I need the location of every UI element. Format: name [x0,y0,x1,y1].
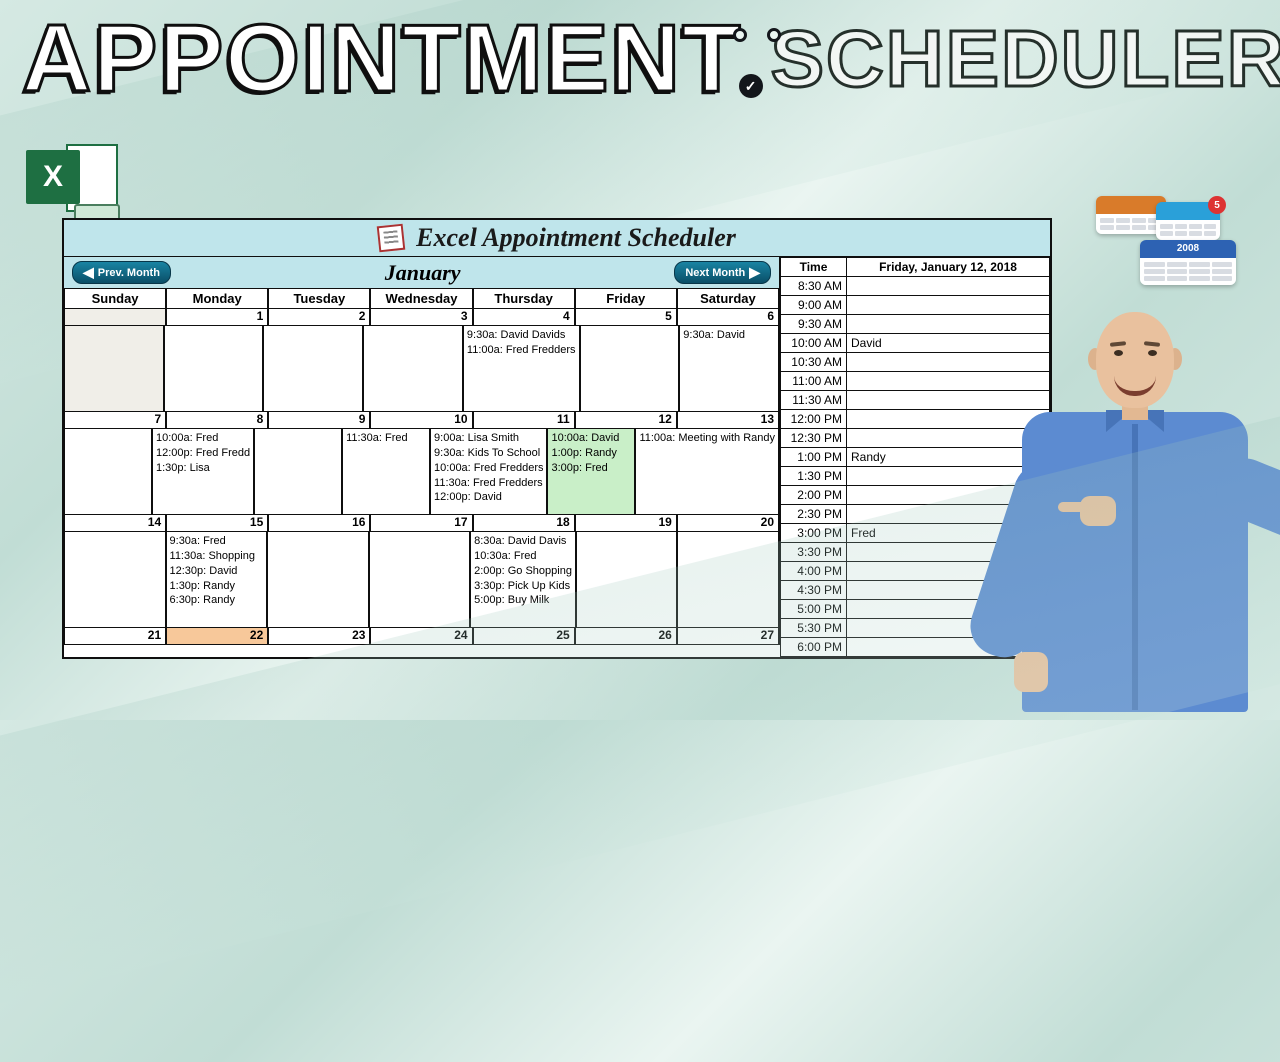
title-word-1: APPOINTMENT [22,4,743,114]
day-number[interactable]: 7 [64,412,166,429]
day-date-header: Friday, January 12, 2018 [847,258,1050,277]
panel-title: Excel Appointment Scheduler [416,223,736,253]
title-word-2: SCHEDULER [771,13,1280,105]
calendar-cell[interactable]: 8:30a: David Davis10:30a: Fred2:00p: Go … [470,532,576,628]
day-number[interactable]: 26 [575,628,677,645]
day-number[interactable]: 20 [677,515,779,532]
day-number[interactable]: 10 [370,412,472,429]
calendar-cell[interactable]: 9:30a: Fred11:30a: Shopping12:30p: David… [166,532,268,628]
day-number[interactable]: 15 [166,515,268,532]
time-column-header: Time [781,258,847,277]
day-number[interactable]: 19 [575,515,677,532]
dow-header: Thursday [473,289,575,309]
dow-header: Monday [166,289,268,309]
time-slot-row[interactable]: 8:30 AM [781,277,1050,296]
month-label: January [179,260,666,286]
day-number[interactable]: 5 [575,309,677,326]
day-number[interactable]: 3 [370,309,472,326]
calendar-cell[interactable] [576,532,678,628]
calendar-cell[interactable]: 10:00a: David1:00p: Randy3:00p: Fred [547,429,635,515]
calendar-cell[interactable]: 10:00a: Fred12:00p: Fred Fredd1:30p: Lis… [152,429,254,515]
day-number[interactable]: 12 [575,412,677,429]
calendar-cell[interactable] [64,326,164,412]
day-number[interactable]: 4 [473,309,575,326]
day-number[interactable]: 25 [473,628,575,645]
thumbnail-title: APPOINTMENT ✓ SCHEDULER [22,4,1258,114]
calendar-cell[interactable] [254,429,342,515]
excel-money-icon: X [26,136,118,228]
day-number[interactable] [64,309,166,326]
dow-header: Friday [575,289,677,309]
calendar-cell[interactable]: 9:30a: David [679,326,779,412]
presenter-figure [974,300,1274,720]
calendar-cell[interactable]: 9:00a: Lisa Smith9:30a: Kids To School10… [430,429,547,515]
day-number[interactable]: 14 [64,515,166,532]
day-number[interactable]: 13 [677,412,779,429]
calendar-cell[interactable] [580,326,680,412]
calendar-cell[interactable] [267,532,369,628]
day-number[interactable]: 16 [268,515,370,532]
calendar-cell[interactable]: 11:00a: Meeting with Randy [635,429,779,515]
calendar-cell[interactable] [64,532,166,628]
day-number[interactable]: 8 [166,412,268,429]
day-number[interactable]: 9 [268,412,370,429]
dow-header: Saturday [677,289,779,309]
day-number[interactable]: 11 [473,412,575,429]
next-month-button[interactable]: Next Month▶ [674,261,771,284]
calendar-cell[interactable] [164,326,264,412]
calendar-cell[interactable]: 11:30a: Fred [342,429,430,515]
day-number[interactable]: 27 [677,628,779,645]
day-number[interactable]: 2 [268,309,370,326]
calendar-cell[interactable] [677,532,779,628]
day-number[interactable]: 6 [677,309,779,326]
day-number[interactable]: 22 [166,628,268,645]
dow-header: Sunday [64,289,166,309]
dow-header: Wednesday [370,289,472,309]
day-number[interactable]: 18 [473,515,575,532]
day-number[interactable]: 1 [166,309,268,326]
dow-header: Tuesday [268,289,370,309]
calendar-cell[interactable] [369,532,471,628]
calendar-page-icon [377,224,406,253]
scheduler-panel: Excel Appointment Scheduler ◀Prev. Month… [62,218,1052,659]
calendar-cell[interactable] [64,429,152,515]
day-number[interactable]: 21 [64,628,166,645]
calendar-cell[interactable]: 9:30a: David Davids11:00a: Fred Fredders [463,326,580,412]
prev-month-button[interactable]: ◀Prev. Month [72,261,171,284]
panel-header: Excel Appointment Scheduler [64,220,1050,257]
day-number[interactable]: 17 [370,515,472,532]
day-number[interactable]: 23 [268,628,370,645]
day-number[interactable]: 24 [370,628,472,645]
calendar-cell[interactable] [263,326,363,412]
calendar-cell[interactable] [363,326,463,412]
